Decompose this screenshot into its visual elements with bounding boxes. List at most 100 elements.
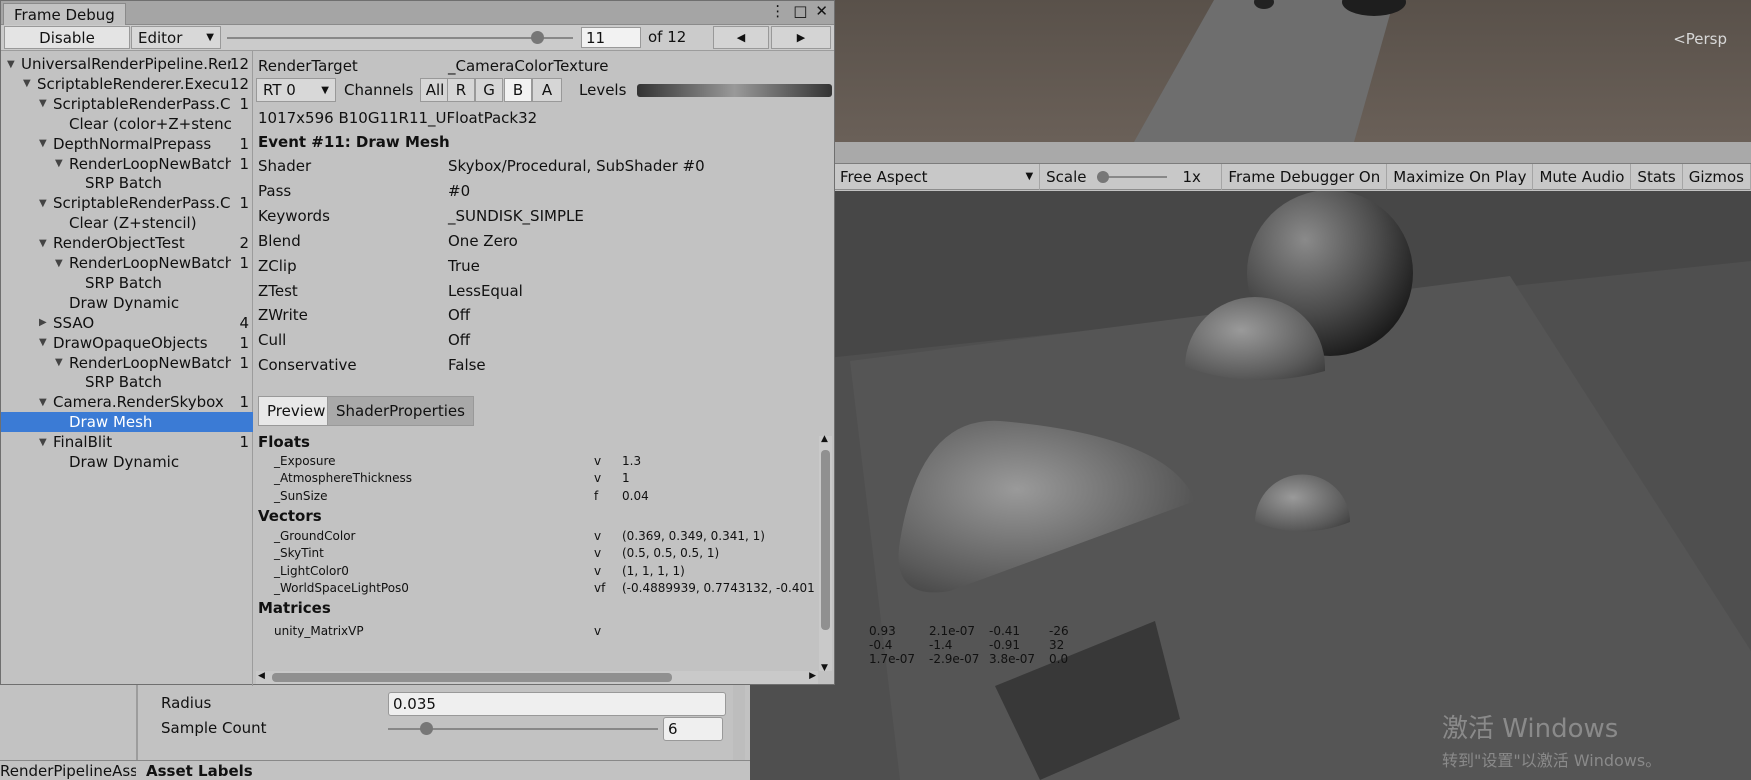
tree-item[interactable]: ▼ RenderLoopNewBatch 1: [1, 353, 253, 373]
sample-count-slider[interactable]: [388, 722, 658, 735]
expand-arrow-icon[interactable]: ▼: [39, 437, 53, 448]
tree-item-count: 1: [239, 353, 249, 372]
tree-item[interactable]: Draw Dynamic: [1, 293, 253, 313]
channel-button-r[interactable]: R: [447, 78, 475, 102]
pipeline-asset-label[interactable]: RenderPipelineAss: [0, 762, 136, 780]
tree-item[interactable]: ▶ SSAO 4: [1, 313, 253, 333]
next-event-button[interactable]: ▶: [771, 26, 831, 49]
event-details: RenderTarget _CameraColorTexture RT 0 ▼ …: [254, 51, 1069, 686]
game-toolbar: Free Aspect ▼ Scale 1x Frame Debugger On…: [834, 163, 1751, 190]
event-slider[interactable]: [227, 31, 573, 44]
game-view[interactable]: [750, 191, 1751, 780]
expand-arrow-icon[interactable]: ▼: [55, 158, 69, 169]
tree-item[interactable]: ▼ RenderLoopNewBatch 1: [1, 154, 253, 174]
expand-arrow-icon[interactable]: ▼: [39, 397, 53, 408]
scroll-right-icon[interactable]: ▶: [809, 671, 816, 681]
expand-arrow-icon[interactable]: ▼: [39, 138, 53, 149]
expand-arrow-icon[interactable]: ▼: [23, 78, 37, 89]
levels-slider[interactable]: [637, 84, 832, 97]
scale-slider[interactable]: [1096, 170, 1167, 183]
tree-item-count: 1: [239, 134, 249, 153]
expand-arrow-icon[interactable]: ▼: [39, 98, 53, 109]
asset-labels-header[interactable]: Asset Labels: [146, 762, 253, 780]
shader-property-name: _SkyTint: [274, 546, 324, 561]
tree-item-label: Clear (color+Z+stencil): [69, 114, 231, 133]
scene-view[interactable]: <Persp: [834, 0, 1751, 142]
scale-label: Scale: [1046, 167, 1087, 186]
horizontal-scroll-thumb[interactable]: [272, 673, 672, 682]
expand-arrow-icon[interactable]: ▼: [39, 198, 53, 209]
activation-watermark: 激活 Windows 转到"设置"以激活 Windows。: [1442, 708, 1661, 771]
matrix-cell: 2.1e-07: [929, 624, 976, 638]
vertical-scrollbar[interactable]: ▲ ▼: [819, 434, 832, 673]
radius-field[interactable]: 0.035: [388, 692, 726, 716]
tree-item[interactable]: ▼ DepthNormalPrepass 1: [1, 134, 253, 154]
tree-item[interactable]: ▼ ScriptableRenderPass.Cc 1: [1, 94, 253, 114]
tree-item-label: UniversalRenderPipeline.Rer: [21, 55, 231, 73]
horizontal-scrollbar[interactable]: ◀ ▶: [256, 671, 818, 684]
tree-item[interactable]: Clear (Z+stencil): [1, 213, 253, 233]
shader-property-value: (0.5, 0.5, 0.5, 1): [622, 546, 720, 561]
event-index-field[interactable]: 11: [581, 27, 641, 48]
property-row: Pass #0: [258, 179, 470, 203]
tree-item-count: 1: [239, 393, 249, 412]
tree-item[interactable]: ▼ FinalBlit 1: [1, 432, 253, 452]
rt-dropdown[interactable]: RT 0 ▼: [256, 78, 336, 102]
frame-debug-tab[interactable]: Frame Debug: [3, 3, 126, 25]
expand-arrow-icon[interactable]: ▼: [39, 238, 53, 249]
channel-button-all[interactable]: All: [420, 78, 450, 102]
tab-preview[interactable]: Preview: [258, 396, 335, 426]
property-value: #0: [448, 181, 471, 200]
tree-item[interactable]: ▼ UniversalRenderPipeline.Rer 12: [1, 54, 253, 74]
tree-item[interactable]: Draw Dynamic: [1, 452, 253, 472]
aspect-dropdown[interactable]: Free Aspect ▼: [834, 163, 1041, 190]
expand-arrow-icon[interactable]: ▼: [7, 59, 21, 70]
channel-button-b[interactable]: B: [504, 78, 532, 102]
tree-item-count: 1: [239, 433, 249, 452]
tree-item[interactable]: SRP Batch: [1, 273, 253, 293]
editor-dropdown[interactable]: Editor ▼: [131, 26, 221, 49]
scroll-down-icon[interactable]: ▼: [821, 663, 828, 673]
tree-item[interactable]: ▼ Camera.RenderSkybox 1: [1, 392, 253, 412]
expand-arrow-icon[interactable]: ▼: [55, 258, 69, 269]
disable-button[interactable]: Disable: [4, 26, 130, 49]
mute-audio-toggle[interactable]: Mute Audio: [1533, 163, 1632, 190]
tree-item-label: Draw Dynamic: [69, 293, 180, 312]
close-icon[interactable]: ✕: [815, 2, 828, 20]
tree-item[interactable]: Clear (color+Z+stencil): [1, 114, 253, 134]
stats-toggle[interactable]: Stats: [1631, 163, 1683, 190]
tree-item[interactable]: ▼ RenderLoopNewBatch 1: [1, 253, 253, 273]
sample-count-slider-thumb[interactable]: [420, 722, 433, 735]
tree-item[interactable]: ▼ DrawOpaqueObjects 1: [1, 333, 253, 353]
prev-event-button[interactable]: ◀: [713, 26, 769, 49]
scroll-left-icon[interactable]: ◀: [258, 671, 265, 681]
channel-button-a[interactable]: A: [532, 78, 562, 102]
tree-item-label: ScriptableRenderPass.Cc: [53, 94, 231, 113]
collapse-arrow-icon[interactable]: ▶: [39, 317, 53, 328]
channel-button-g[interactable]: G: [475, 78, 503, 102]
frame-debugger-toggle[interactable]: Frame Debugger On: [1222, 163, 1388, 190]
vertical-scroll-thumb[interactable]: [821, 450, 830, 630]
tree-item[interactable]: ▼ ScriptableRenderer.Execu 12: [1, 74, 253, 94]
tree-item-label: DrawOpaqueObjects: [53, 333, 208, 352]
expand-arrow-icon[interactable]: ▼: [55, 357, 69, 368]
tab-shader-properties[interactable]: ShaderProperties: [327, 396, 474, 426]
tree-item[interactable]: Draw Mesh: [1, 412, 253, 433]
event-slider-thumb[interactable]: [531, 31, 544, 44]
sample-count-field[interactable]: 6: [663, 717, 723, 741]
tree-item[interactable]: SRP Batch: [1, 372, 253, 392]
shader-property-name: _LightColor0: [274, 563, 349, 578]
tree-item[interactable]: ▼ ScriptableRenderPass.Cc 1: [1, 193, 253, 213]
shader-property-type: v: [594, 454, 602, 468]
more-icon[interactable]: ⋮: [770, 2, 785, 20]
maximize-icon[interactable]: □: [793, 2, 807, 20]
gizmos-toggle[interactable]: Gizmos: [1683, 163, 1751, 190]
maximize-on-play-toggle[interactable]: Maximize On Play: [1387, 163, 1534, 190]
persp-label[interactable]: <Persp: [1673, 30, 1727, 48]
scroll-up-icon[interactable]: ▲: [821, 434, 828, 444]
tree-item[interactable]: SRP Batch: [1, 173, 253, 193]
tree-item[interactable]: ▼ RenderObjectTest 2: [1, 233, 253, 253]
expand-arrow-icon[interactable]: ▼: [39, 337, 53, 348]
scale-slider-thumb[interactable]: [1096, 170, 1109, 183]
tree-item-label: RenderLoopNewBatch: [69, 353, 231, 372]
